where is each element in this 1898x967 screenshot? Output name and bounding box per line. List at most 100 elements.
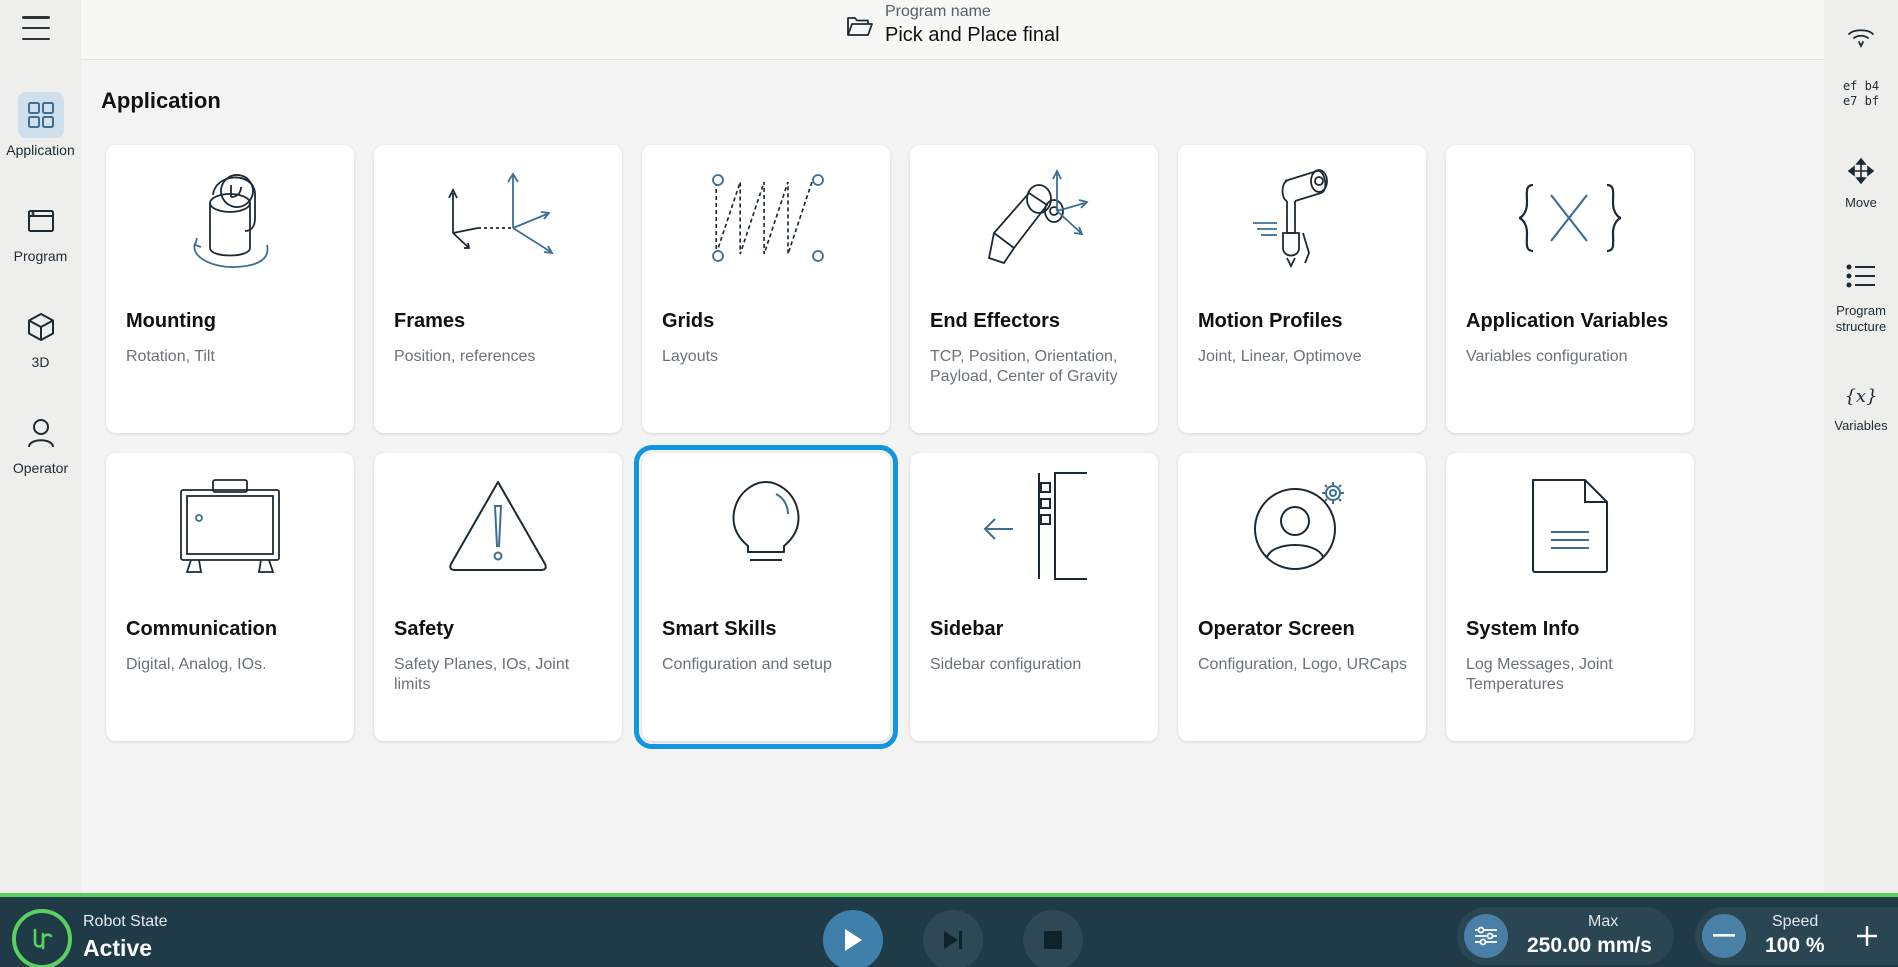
card-subtitle: Sidebar configuration — [930, 656, 1082, 673]
program-name-caption: Program name — [885, 3, 991, 20]
window-icon — [18, 198, 64, 244]
program-name-selector[interactable]: Program name Pick and Place final — [847, 2, 1060, 48]
card-subtitle: Position, references — [394, 348, 536, 365]
nav-label-program: Program — [13, 248, 68, 264]
operator-screen-icon — [1178, 471, 1426, 581]
card-subtitle: Joint, Linear, Optimove — [1198, 348, 1362, 365]
speed-decrease-button[interactable] — [1702, 914, 1746, 958]
device-info[interactable]: ef b4 e7 bf — [1824, 26, 1898, 109]
nav-item-3d[interactable]: 3D — [0, 304, 81, 370]
motion-profiles-icon — [1178, 163, 1426, 273]
nav-label-3d: 3D — [31, 354, 50, 370]
rail-move-button[interactable]: Move — [1824, 157, 1898, 211]
stop-button[interactable] — [1023, 910, 1083, 967]
card-title: Application Variables — [1466, 310, 1669, 332]
grids-icon — [642, 163, 890, 273]
nav-item-application[interactable]: Application — [0, 92, 81, 158]
sliders-button[interactable] — [1464, 914, 1508, 958]
rail-variables-button[interactable]: {x} Variables — [1824, 386, 1898, 434]
step-forward-icon — [944, 931, 962, 949]
card-smart-skills[interactable]: Smart Skills Configuration and setup — [634, 445, 898, 749]
folder-open-icon — [847, 15, 873, 42]
plus-icon — [1857, 926, 1877, 946]
ur-logo-icon — [12, 909, 72, 967]
card-safety[interactable]: Safety Safety Planes, IOs, Joint limits — [374, 453, 622, 741]
card-motion-profiles[interactable]: Motion Profiles Joint, Linear, Optimove — [1178, 145, 1426, 433]
play-button[interactable] — [823, 910, 883, 967]
rail-program-structure-label2: structure — [1835, 319, 1887, 334]
max-caption: Max — [1588, 913, 1619, 930]
minus-icon — [1713, 934, 1735, 937]
right-rail: ef b4 e7 bf Move Program structure {x} V… — [1824, 0, 1898, 893]
left-navigation: Application Program 3D Operator — [0, 0, 81, 893]
card-subtitle: Digital, Analog, IOs. — [126, 656, 267, 673]
step-button[interactable] — [923, 910, 983, 967]
app-root: Application Program 3D Operator Program … — [0, 0, 1898, 967]
document-icon — [1446, 471, 1694, 581]
grid-icon — [17, 92, 64, 138]
card-title: Motion Profiles — [1198, 310, 1343, 332]
card-title: Safety — [394, 618, 455, 640]
card-title: Sidebar — [930, 618, 1004, 640]
robot-state-caption: Robot State — [83, 913, 168, 930]
frames-icon — [374, 163, 622, 273]
move-arrows-icon — [1824, 157, 1898, 189]
section-title: Application — [101, 88, 221, 113]
speed-caption: Speed — [1772, 913, 1819, 930]
device-id-line1: ef b4 — [1842, 79, 1880, 93]
rail-program-structure-button[interactable]: Program structure — [1824, 264, 1898, 335]
card-title: Grids — [662, 310, 715, 332]
card-subtitle: Layouts — [662, 348, 719, 365]
speed-value: 100 % — [1765, 934, 1825, 957]
max-speed-control: Max 250.00 mm/s — [1457, 907, 1674, 965]
robot-state-value: Active — [83, 935, 153, 961]
device-id-line2: e7 bf — [1842, 94, 1880, 108]
card-title: System Info — [1466, 618, 1580, 640]
card-subtitle: TCP, Position, Orientation, Payload, Cen… — [930, 348, 1118, 385]
card-subtitle: Variables configuration — [1466, 348, 1628, 365]
card-title: Smart Skills — [662, 618, 777, 640]
card-end-effectors[interactable]: End Effectors TCP, Position, Orientation… — [910, 145, 1158, 433]
speed-increase-button[interactable] — [1850, 919, 1884, 953]
person-icon — [18, 410, 64, 456]
card-grids[interactable]: Grids Layouts — [642, 145, 890, 433]
rail-move-label: Move — [1845, 195, 1877, 210]
card-sidebar[interactable]: Sidebar Sidebar configuration — [910, 453, 1158, 741]
card-title: Mounting — [126, 310, 216, 332]
mounting-icon — [106, 163, 354, 273]
card-operator-screen[interactable]: Operator Screen Configuration, Logo, URC… — [1178, 453, 1426, 741]
card-subtitle: Configuration and setup — [662, 656, 832, 673]
program-name-value: Pick and Place final — [885, 24, 1060, 46]
end-effector-icon — [910, 163, 1158, 273]
main-content: Application Mounting Rotation, Tilt Fram… — [81, 60, 1824, 893]
bottom-bar: Robot State Active Max 250.00 mm/s Speed… — [0, 893, 1898, 967]
card-application-variables[interactable]: Application Variables Variables configur… — [1446, 145, 1694, 433]
list-icon — [1824, 264, 1898, 293]
nav-label-operator: Operator — [12, 460, 69, 476]
teach-pendant-icon — [1824, 26, 1898, 53]
card-subtitle: Configuration, Logo, URCaps — [1198, 656, 1408, 673]
nav-item-program[interactable]: Program — [0, 198, 81, 264]
speed-control: Speed 100 % — [1695, 907, 1898, 965]
play-icon — [845, 929, 862, 951]
card-frames[interactable]: Frames Position, references — [374, 145, 622, 433]
card-subtitle: Log Messages, Joint Temperatures — [1466, 656, 1613, 693]
card-title: Frames — [394, 310, 466, 332]
nav-item-operator[interactable]: Operator — [0, 410, 81, 476]
communication-icon — [106, 471, 354, 581]
card-subtitle: Rotation, Tilt — [126, 348, 215, 365]
lightbulb-icon — [642, 471, 890, 581]
cube-icon — [18, 304, 64, 350]
card-subtitle: Safety Planes, IOs, Joint limits — [394, 656, 570, 693]
variables-icon: {x} — [1844, 386, 1878, 407]
hamburger-icon[interactable] — [22, 16, 50, 40]
rail-program-structure-label: Program — [1836, 303, 1886, 318]
card-title: Operator Screen — [1198, 618, 1355, 640]
sliders-icon — [1475, 926, 1497, 946]
card-communication[interactable]: Communication Digital, Analog, IOs. — [106, 453, 354, 741]
application-variables-icon — [1446, 163, 1694, 273]
card-mounting[interactable]: Mounting Rotation, Tilt — [106, 145, 354, 433]
rail-variables-label: Variables — [1834, 418, 1888, 433]
card-title: End Effectors — [930, 310, 1061, 332]
card-system-info[interactable]: System Info Log Messages, Joint Temperat… — [1446, 453, 1694, 741]
